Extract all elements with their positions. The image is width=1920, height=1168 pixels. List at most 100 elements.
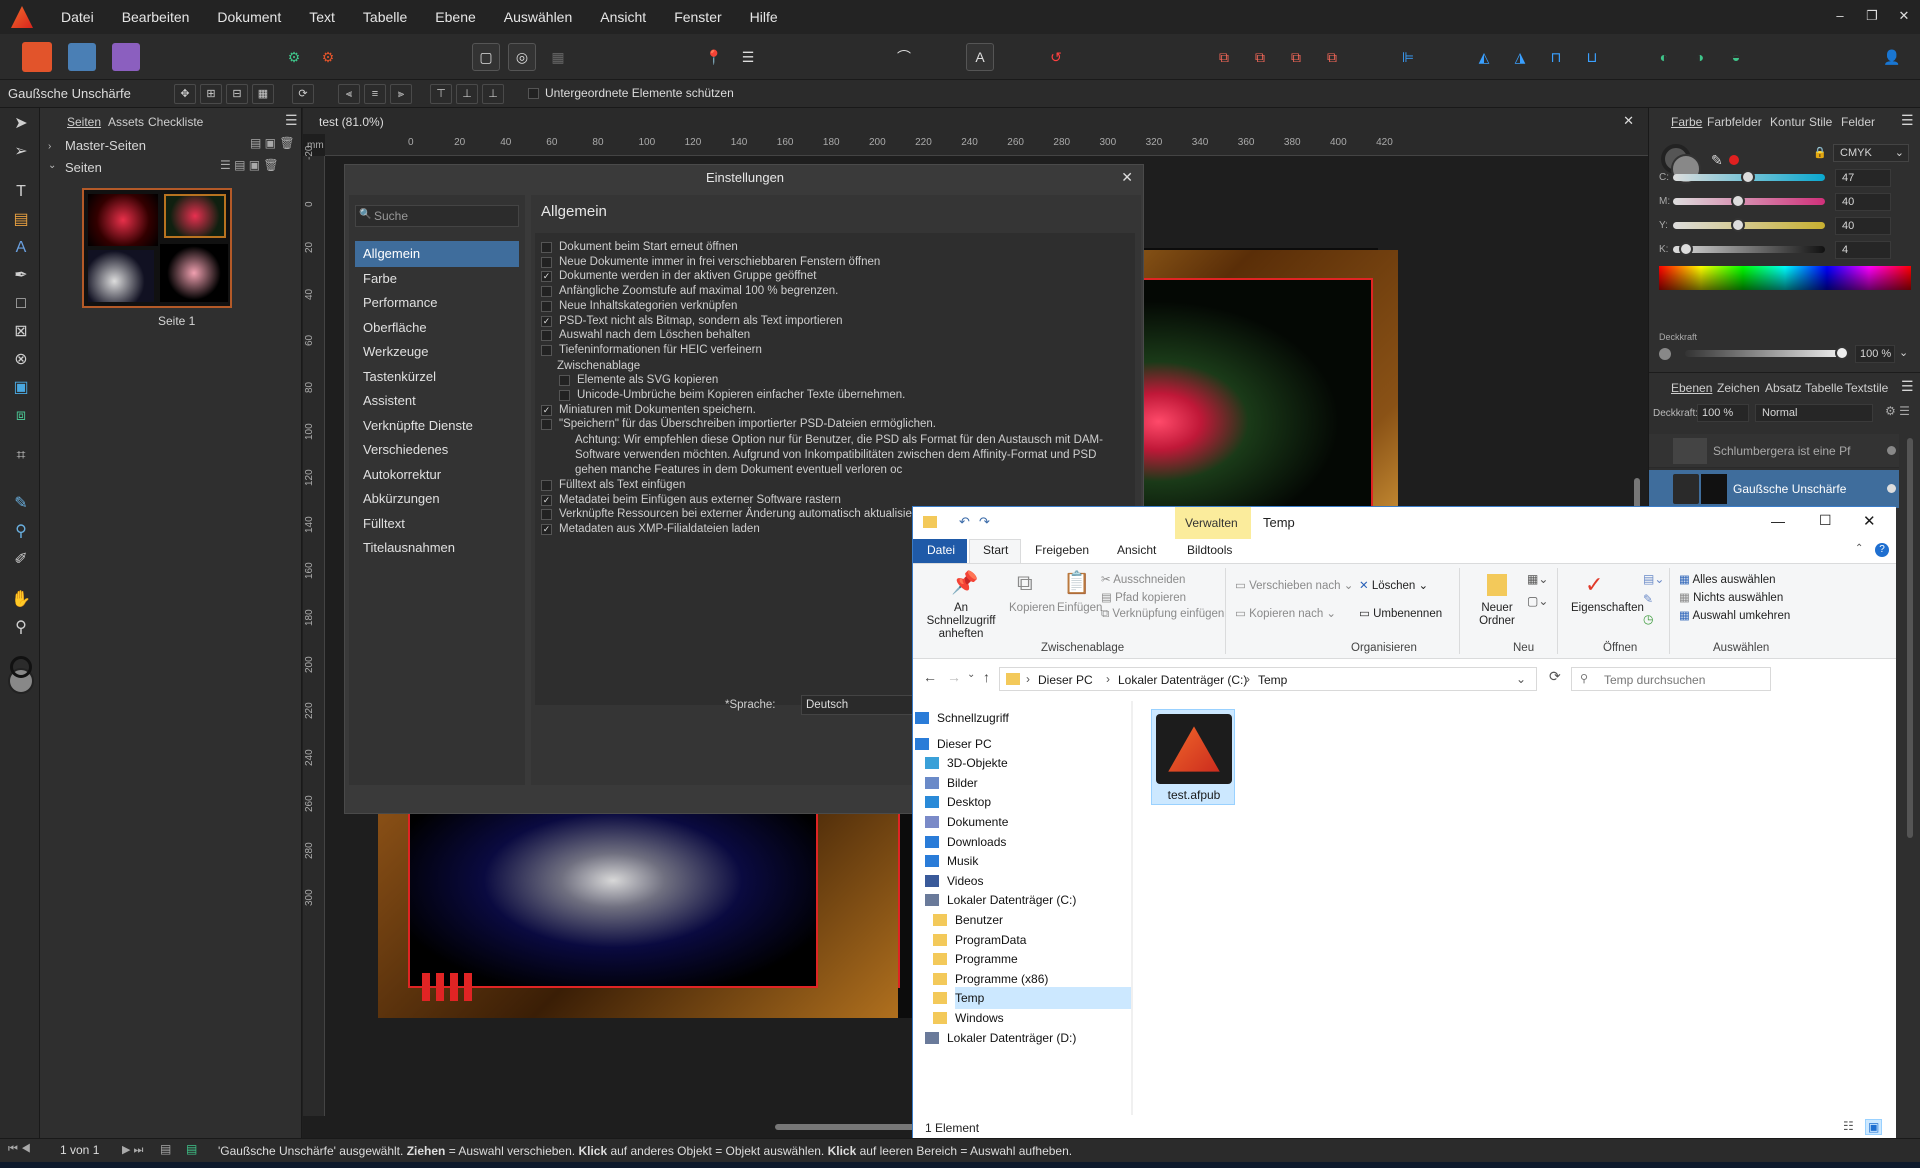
pin-icon[interactable]: 📍: [700, 43, 728, 71]
slider-k-track[interactable]: [1673, 246, 1825, 253]
invert-selection-button[interactable]: ▦ Auswahl umkehren: [1679, 608, 1790, 622]
settings-gear-icon[interactable]: ⚙: [280, 43, 308, 71]
chevron-right-icon[interactable]: ›: [48, 141, 51, 152]
paste-shortcut-button[interactable]: ⧉ Verknüpfung einfügen: [1101, 608, 1224, 621]
place-image-tool-icon[interactable]: ▣: [9, 376, 33, 400]
breadcrumb-temp[interactable]: Temp: [1258, 673, 1287, 687]
pages-label[interactable]: Seiten: [65, 160, 102, 175]
option-checkbox[interactable]: [541, 344, 552, 356]
option-checkbox[interactable]: [541, 286, 552, 298]
copy-path-button[interactable]: ▤ Pfad kopieren: [1101, 590, 1186, 604]
address-dropdown-icon[interactable]: ⌄: [1516, 672, 1526, 686]
new-folder-button[interactable]: Neuer Ordner: [1475, 602, 1519, 628]
flip-horizontal-icon[interactable]: ◭: [1470, 43, 1498, 71]
align-top-icon[interactable]: ⊤: [430, 84, 452, 104]
menu-hilfe[interactable]: Hilfe: [736, 9, 792, 25]
settings-option[interactable]: Anfängliche Zoomstufe auf maximal 100 % …: [541, 285, 838, 298]
rectangle-tool-icon[interactable]: □: [9, 292, 33, 316]
tab-stile[interactable]: Stile: [1809, 115, 1832, 129]
settings-nav-item[interactable]: Verschiedenes: [355, 437, 519, 463]
copy-to-button[interactable]: ▭ Kopieren nach ⌄: [1235, 606, 1336, 620]
slider-y-knob[interactable]: [1731, 218, 1745, 232]
settings-nav-item[interactable]: Verknüpfte Dienste: [355, 413, 519, 439]
opacity-knob[interactable]: [1835, 346, 1849, 360]
settings-nav-item[interactable]: Abkürzungen: [355, 486, 519, 512]
menu-ansicht[interactable]: Ansicht: [586, 9, 660, 25]
tab-zeichen[interactable]: Zeichen: [1717, 381, 1760, 395]
settings-option[interactable]: Fülltext als Text einfügen: [541, 479, 685, 491]
tab-farbe[interactable]: Farbe: [1671, 115, 1702, 129]
rotate-right-icon[interactable]: ⊔: [1578, 43, 1606, 71]
menu-datei[interactable]: Datei: [47, 9, 108, 25]
tab-assets[interactable]: Assets: [108, 115, 144, 129]
option-checkbox[interactable]: ✓: [541, 494, 552, 506]
settings-nav-item[interactable]: Allgemein: [355, 241, 519, 267]
designer-persona-icon[interactable]: [112, 43, 140, 71]
publisher-persona-icon[interactable]: [22, 42, 52, 72]
text-frame-icon[interactable]: A: [966, 43, 994, 71]
blend-mode-select[interactable]: Normal: [1755, 404, 1873, 422]
opacity-value[interactable]: 100 %: [1855, 345, 1895, 363]
settings-search-input[interactable]: Suche: [355, 205, 519, 227]
slider-c-knob[interactable]: [1741, 170, 1756, 184]
eyedropper-icon[interactable]: ✎: [1711, 152, 1723, 169]
edit-icon[interactable]: ✎: [1643, 592, 1653, 606]
refresh-icon[interactable]: ⟳: [1549, 668, 1561, 685]
settings-option[interactable]: ✓ Metadaten aus XMP-Filialdateien laden: [541, 523, 760, 535]
select-all-button[interactable]: ▦ Alles auswählen: [1679, 572, 1776, 586]
ribbon-collapse-icon[interactable]: ⌃: [1855, 543, 1863, 554]
chevron-down-icon[interactable]: ⌄: [1899, 346, 1908, 359]
settings-nav-item[interactable]: Titelausnahmen: [355, 535, 519, 561]
option-checkbox[interactable]: [541, 479, 552, 491]
breadcrumb-local-disk[interactable]: Lokaler Datenträger (C:): [1118, 673, 1247, 687]
slider-m-knob[interactable]: [1731, 194, 1745, 208]
rotate-left-icon[interactable]: ⊓: [1542, 43, 1570, 71]
align-middle-icon[interactable]: ⊥: [456, 84, 478, 104]
affinity-publisher-logo-icon[interactable]: [11, 6, 33, 28]
layer-visibility-dot[interactable]: [1887, 484, 1896, 493]
document-tab[interactable]: test (81.0%) ✕: [303, 108, 1648, 134]
back-arrow-icon[interactable]: ←: [923, 669, 937, 685]
settings-option[interactable]: Tiefeninformationen für HEIC verfeinern: [541, 344, 762, 356]
menu-auswaehlen[interactable]: Auswählen: [490, 9, 587, 25]
easy-access-icon[interactable]: ▢⌄: [1527, 594, 1548, 608]
tab-farbfelder[interactable]: Farbfelder: [1707, 115, 1762, 129]
option-checkbox[interactable]: [541, 242, 552, 253]
settings-option[interactable]: Verknüpfte Ressourcen bei externer Änder…: [541, 508, 922, 521]
table-tool-icon[interactable]: ▤: [9, 208, 33, 232]
tab-bildtools[interactable]: Bildtools: [1187, 543, 1232, 557]
vector-crop-tool-icon[interactable]: ⧈: [9, 404, 33, 428]
align-center-icon[interactable]: ≡: [364, 84, 386, 104]
menu-bearbeiten[interactable]: Bearbeiten: [108, 9, 204, 25]
new-item-icon[interactable]: ▦⌄: [1527, 572, 1548, 586]
first-page-icon[interactable]: ⏮ ◀: [8, 1143, 31, 1156]
grid-icon[interactable]: ▦: [252, 84, 274, 104]
arrange-forward-icon[interactable]: ⧉: [1282, 43, 1310, 71]
tab-felder[interactable]: Felder: [1841, 115, 1875, 129]
opacity-track[interactable]: [1685, 350, 1841, 357]
flip-vertical-icon[interactable]: ◮: [1506, 43, 1534, 71]
tab-checkliste[interactable]: Checkliste: [148, 115, 203, 129]
ellipse-frame-tool-icon[interactable]: ⊗: [9, 348, 33, 372]
picture-frame-tool-icon[interactable]: ⊠: [9, 320, 33, 344]
tab-start[interactable]: Start: [983, 543, 1008, 557]
restore-button[interactable]: ❐: [1856, 0, 1888, 34]
menu-tabelle[interactable]: Tabelle: [349, 9, 421, 25]
history-icon[interactable]: ◷: [1643, 612, 1653, 626]
menu-fenster[interactable]: Fenster: [660, 9, 735, 25]
details-view-icon[interactable]: ☷: [1843, 1119, 1854, 1133]
menu-dokument[interactable]: Dokument: [203, 9, 295, 25]
photo-persona-icon[interactable]: [68, 43, 96, 71]
cut-button[interactable]: ✂ Ausschneiden: [1101, 572, 1185, 586]
explorer-maximize-button[interactable]: ☐: [1819, 512, 1832, 529]
opacity-reset-icon[interactable]: [1659, 348, 1671, 360]
settings-nav-item[interactable]: Tastenkürzel: [355, 364, 519, 390]
undo-icon[interactable]: ↶: [959, 514, 970, 530]
picked-color-swatch[interactable]: [1729, 155, 1739, 165]
vertical-ruler[interactable]: -20 0 20 40 60 80 100 120 140 160 180 200 220 240 260 2…: [303, 146, 325, 1116]
align-right-icon[interactable]: ⫸: [390, 84, 412, 104]
chevron-down-icon[interactable]: ⌄: [48, 160, 56, 171]
menu-ebene[interactable]: Ebene: [421, 9, 489, 25]
anchor-icon[interactable]: ⊞: [200, 84, 222, 104]
account-icon[interactable]: 👤: [1878, 43, 1906, 71]
